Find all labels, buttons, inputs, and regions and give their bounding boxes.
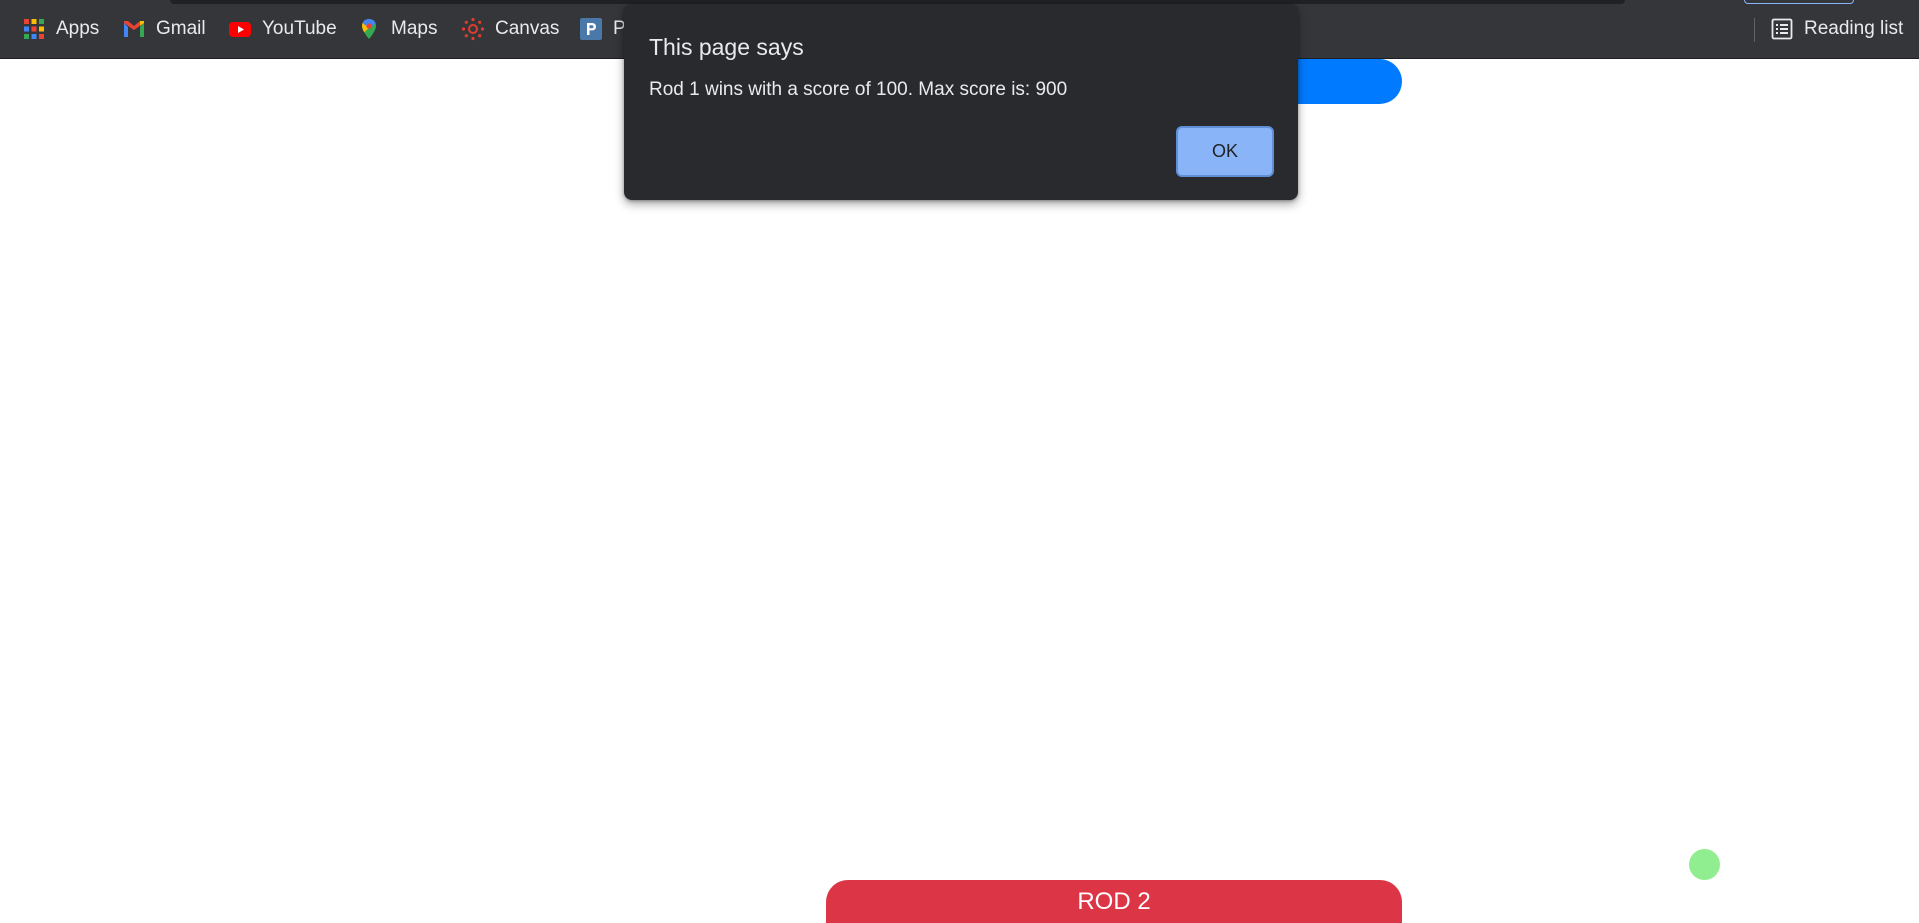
bookmark-p[interactable]: P — [579, 13, 626, 45]
dialog-title: This page says — [649, 34, 804, 60]
reading-list-label: Reading list — [1804, 18, 1904, 39]
reading-list-icon — [1770, 17, 1794, 41]
dialog-message: Rod 1 wins with a score of 100. Max scor… — [649, 79, 1068, 100]
separator — [1754, 18, 1755, 42]
ok-button[interactable]: OK — [1176, 126, 1274, 177]
rod-2-label: ROD 2 — [1077, 887, 1151, 915]
apps-grid-icon — [22, 17, 46, 41]
ball — [1689, 849, 1720, 880]
bookmark-maps[interactable]: Maps — [357, 13, 437, 45]
bookmark-label: Gmail — [156, 18, 206, 39]
bookmark-canvas[interactable]: Canvas — [461, 13, 559, 45]
bookmark-youtube[interactable]: YouTube — [228, 13, 337, 45]
bookmark-gmail[interactable]: Gmail — [122, 13, 206, 45]
rod-2: ROD 2 — [826, 880, 1402, 923]
bookmark-label: Apps — [56, 18, 100, 39]
bookmark-label: Canvas — [495, 18, 560, 39]
gmail-icon — [122, 17, 146, 41]
bookmark-label: YouTube — [262, 18, 337, 39]
canvas-icon — [461, 17, 485, 41]
alert-dialog: This page says Rod 1 wins with a score o… — [624, 4, 1298, 200]
bookmark-p-icon — [579, 17, 603, 41]
bookmark-label: Maps — [391, 18, 438, 39]
youtube-icon — [228, 17, 252, 41]
bookmark-apps[interactable]: Apps — [22, 13, 99, 45]
profile-button-edge[interactable] — [1744, 0, 1854, 4]
reading-list-button[interactable]: Reading list — [1770, 13, 1903, 45]
maps-pin-icon — [357, 17, 381, 41]
